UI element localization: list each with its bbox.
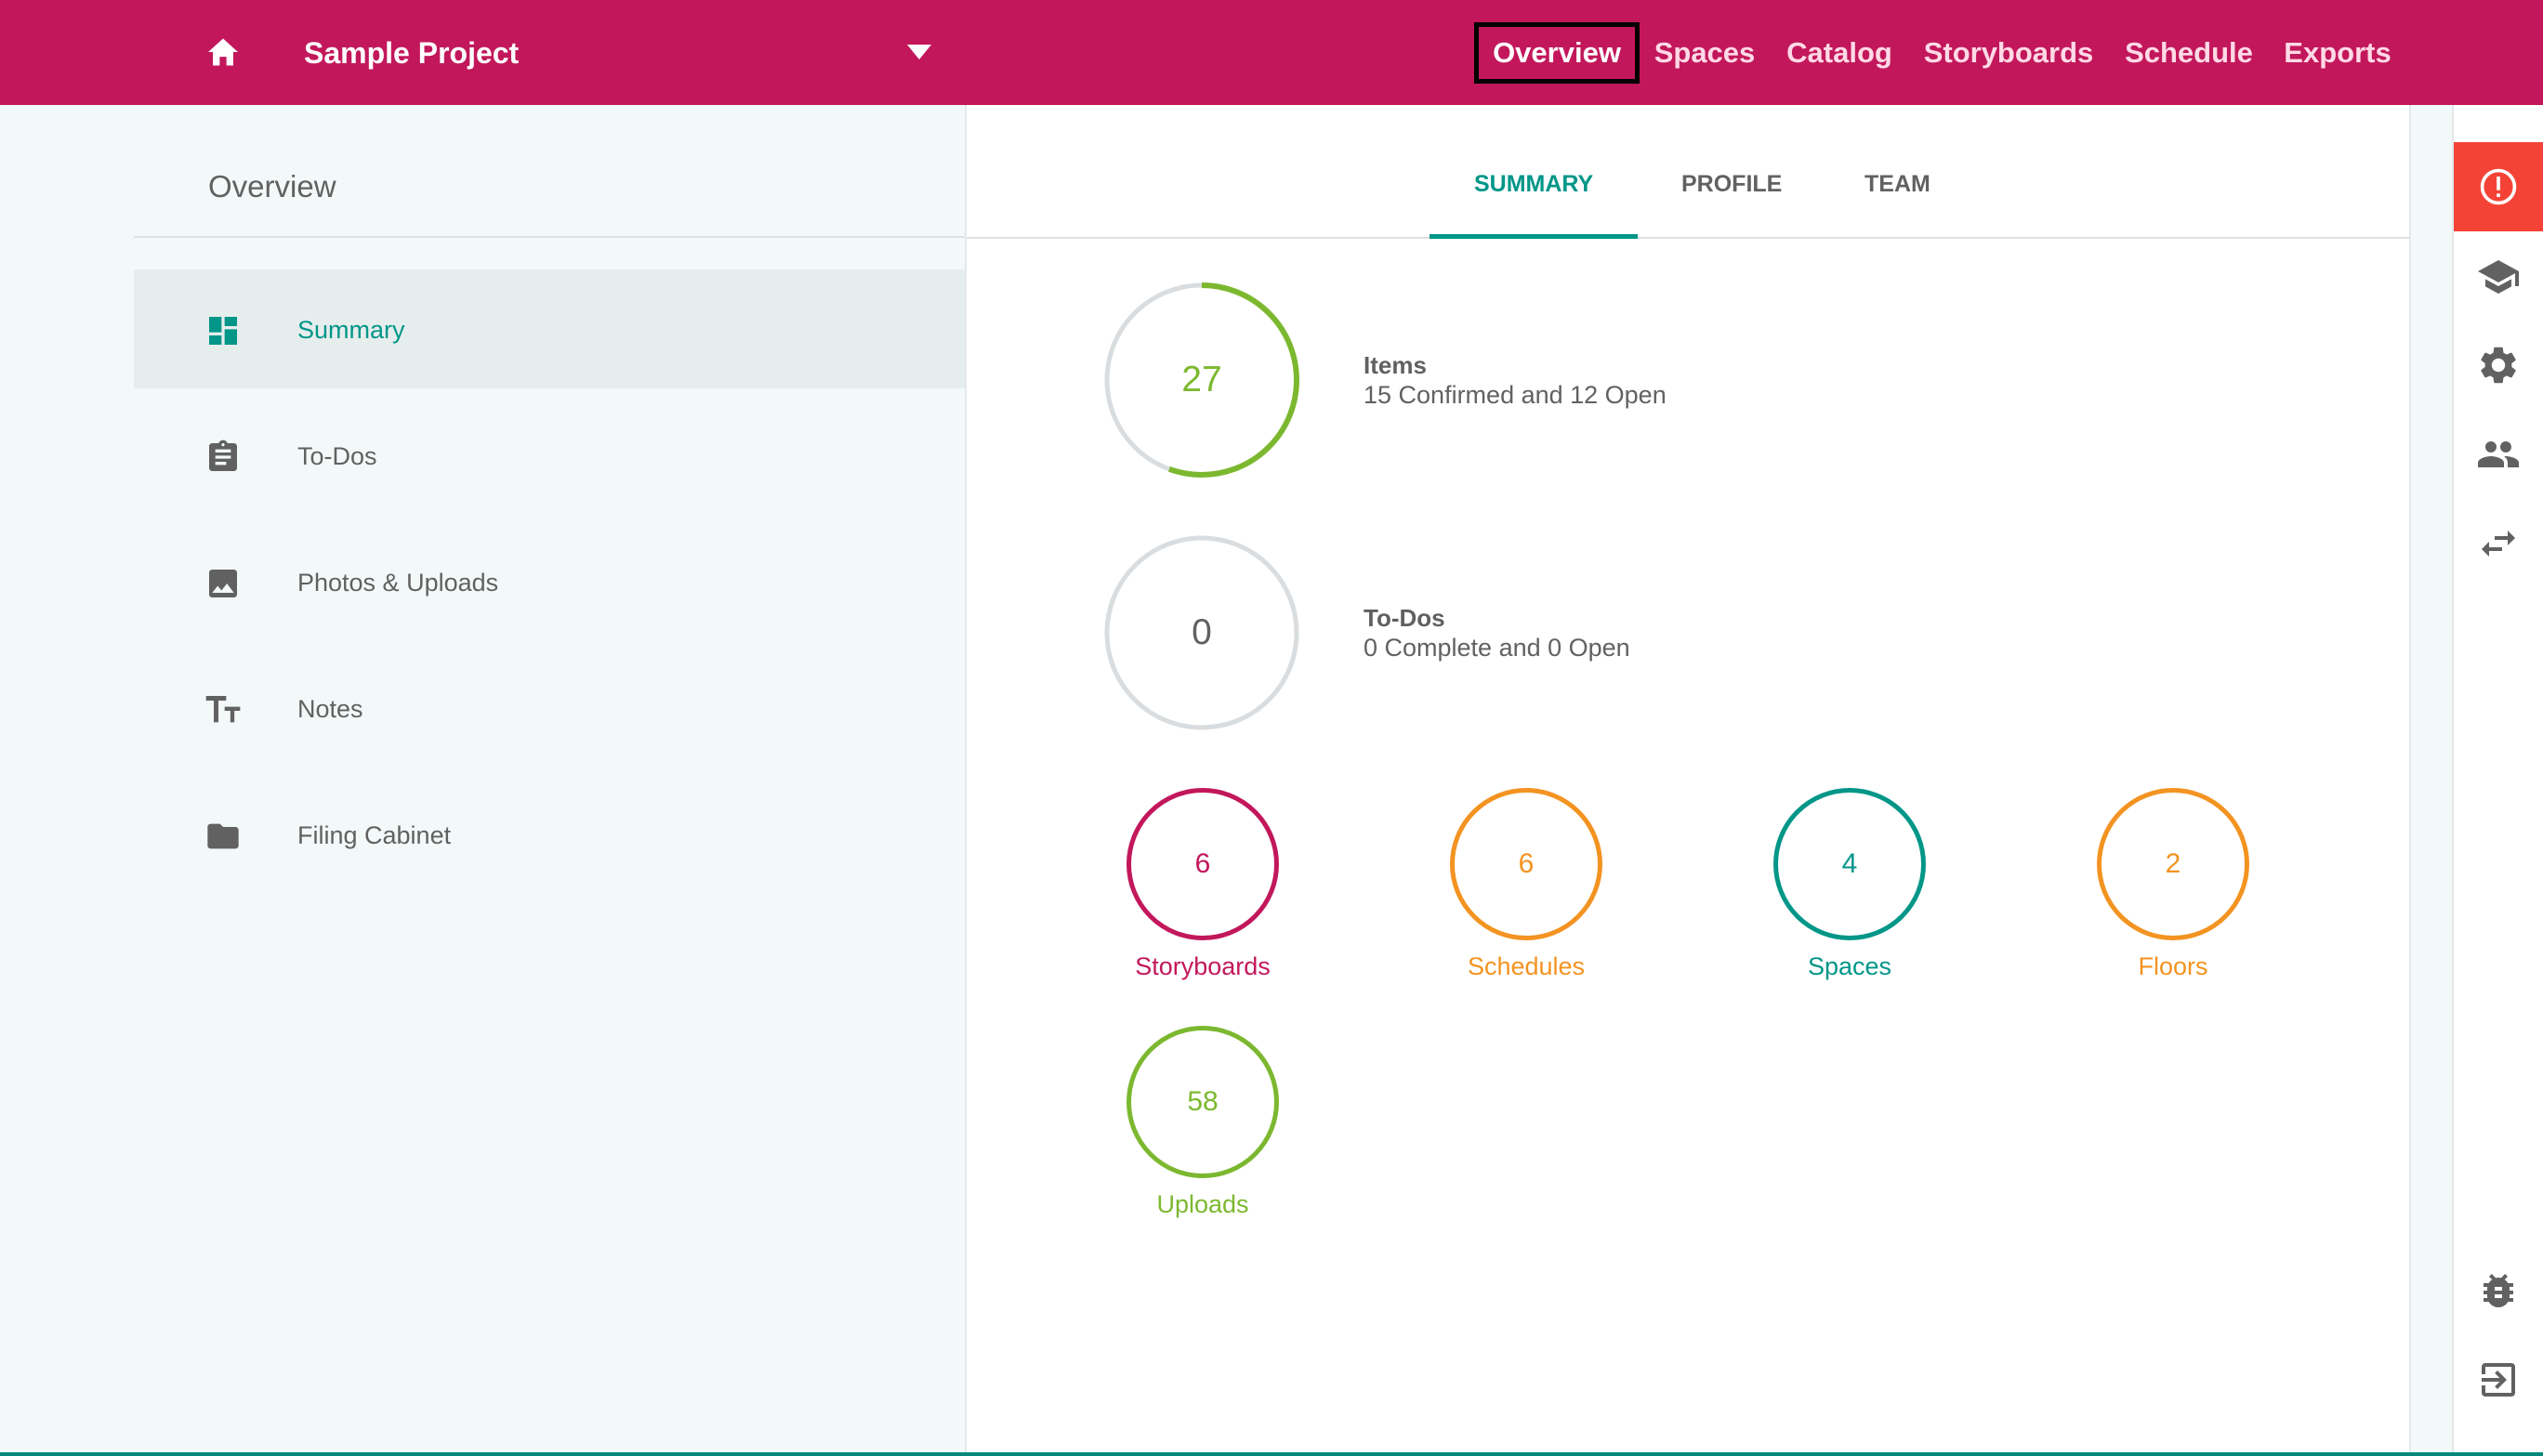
todos-label: To-Dos xyxy=(1364,604,1445,632)
dashboard-icon xyxy=(209,317,237,345)
project-title[interactable]: Sample Project xyxy=(304,34,519,72)
todos-detail: 0 Complete and 0 Open xyxy=(1364,634,1630,662)
home-icon[interactable] xyxy=(206,37,240,67)
tab-profile[interactable]: PROFILE xyxy=(1681,165,1782,203)
sidebar-item-photos-uploads[interactable]: Photos & Uploads xyxy=(134,522,965,641)
nav-schedule[interactable]: Schedule xyxy=(2119,22,2259,84)
graduation-cap-icon[interactable] xyxy=(2476,255,2521,299)
items-count: 27 xyxy=(1181,360,1222,400)
settings-icon[interactable] xyxy=(2476,343,2521,387)
right-rail xyxy=(2454,105,2543,1454)
floors-label: Floors xyxy=(2138,952,2208,980)
clipboard-icon xyxy=(209,439,237,471)
right-rail-gutter xyxy=(2409,105,2454,1454)
bottom-edge-line xyxy=(0,1452,2543,1456)
sidebar-item-label: To-Dos xyxy=(297,442,377,470)
image-icon xyxy=(209,570,237,597)
active-tab-indicator xyxy=(1430,234,1638,239)
sidebar-item-filing-cabinet[interactable]: Filing Cabinet xyxy=(134,775,965,894)
sidebar-item-summary[interactable]: Summary xyxy=(134,269,965,388)
sidebar-item-label: Filing Cabinet xyxy=(297,821,452,849)
nav-spaces[interactable]: Spaces xyxy=(1647,22,1762,84)
sidebar-item-label: Notes xyxy=(297,695,363,723)
uploads-count[interactable]: 58 xyxy=(1127,1026,1279,1178)
nav-storyboards[interactable]: Storyboards xyxy=(1920,22,2097,84)
tab-summary[interactable]: SUMMARY xyxy=(1474,165,1593,203)
sidebar-title: Overview xyxy=(208,169,336,203)
spaces-label: Spaces xyxy=(1807,952,1892,980)
items-detail: 15 Confirmed and 12 Open xyxy=(1364,381,1667,409)
top-app-bar: Sample Project Overview Spaces Catalog S… xyxy=(0,0,2543,105)
folder-icon xyxy=(207,823,239,849)
tab-bar-divider xyxy=(967,237,2409,239)
todos-count: 0 xyxy=(1192,612,1212,652)
swap-arrows-icon[interactable] xyxy=(2476,521,2521,566)
nav-catalog[interactable]: Catalog xyxy=(1779,22,1900,84)
sidebar-item-label: Photos & Uploads xyxy=(297,569,499,597)
text-size-icon xyxy=(205,696,241,723)
storyboards-label: Storyboards xyxy=(1135,952,1271,980)
sidebar-divider-line xyxy=(134,236,965,238)
storyboards-count[interactable]: 6 xyxy=(1127,788,1279,940)
nav-exports[interactable]: Exports xyxy=(2277,22,2398,84)
items-label: Items xyxy=(1364,351,1427,379)
alert-icon xyxy=(2480,168,2517,205)
nav-overview[interactable]: Overview xyxy=(1474,22,1640,84)
sidebar-item-notes[interactable]: Notes xyxy=(134,649,965,767)
floors-count[interactable]: 2 xyxy=(2097,788,2249,940)
people-icon[interactable] xyxy=(2476,432,2521,477)
dropdown-caret-icon[interactable] xyxy=(907,45,931,59)
alert-button[interactable] xyxy=(2454,142,2543,231)
uploads-label: Uploads xyxy=(1156,1190,1249,1218)
sidebar-item-label: Summary xyxy=(297,316,405,344)
schedules-count[interactable]: 6 xyxy=(1450,788,1602,940)
tab-team[interactable]: TEAM xyxy=(1864,165,1930,203)
exit-icon[interactable] xyxy=(2476,1358,2521,1402)
bug-icon[interactable] xyxy=(2476,1268,2521,1313)
spaces-count[interactable]: 4 xyxy=(1773,788,1926,940)
schedules-label: Schedules xyxy=(1467,952,1586,980)
sidebar-item-todos[interactable]: To-Dos xyxy=(134,396,965,515)
